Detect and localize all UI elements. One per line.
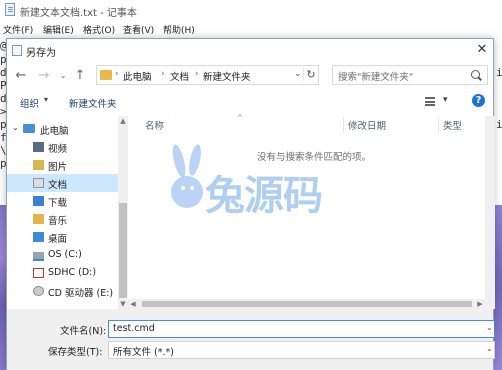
menu-help[interactable]: 帮助(H): [163, 23, 195, 36]
filename-value: test.cmd: [113, 323, 155, 334]
notepad-line-end: i: [496, 118, 502, 131]
save-as-dialog: 另存为 ✕ ← → ⌄ ↑ › 此电脑 › 文档 › 新建文件夹 ⌄ ↻ 搜索"…: [6, 38, 495, 370]
menu-edit[interactable]: 编辑(E): [43, 23, 74, 36]
nav-item-cd-e[interactable]: CD 驱动器 (E:): [7, 282, 118, 300]
document-folder-icon: [33, 178, 44, 188]
notepad-line-end: i: [496, 66, 502, 79]
nav-label: 音乐: [48, 216, 68, 227]
desktop-folder-icon: [33, 232, 44, 242]
folder-icon: [100, 70, 112, 80]
watermark-text: 兔源码: [205, 173, 323, 219]
scroll-right-icon[interactable]: ▶: [475, 299, 485, 309]
nav-label: 文档: [48, 180, 68, 191]
os-drive-icon: [33, 252, 44, 261]
up-arrow-icon[interactable]: ↑: [72, 68, 88, 84]
empty-results-message: 没有与搜索条件匹配的项。: [257, 152, 372, 163]
nav-item-os-c[interactable]: OS (C:): [7, 246, 118, 264]
video-folder-icon: [33, 142, 44, 152]
nav-item-documents[interactable]: 文档: [7, 174, 118, 192]
filetype-label: 保存类型(T):: [48, 347, 103, 358]
nav-label: SDHC (D:): [48, 267, 97, 278]
nav-item-videos[interactable]: 视频: [7, 138, 118, 156]
search-box[interactable]: 搜索"新建文件夹": [332, 65, 488, 85]
help-button[interactable]: ?: [472, 94, 485, 107]
filetype-select[interactable]: 所有文件 (*.*) ⌄: [108, 341, 495, 359]
filename-dropdown-icon[interactable]: ⌄: [486, 323, 493, 332]
organize-dropdown-icon[interactable]: ▾: [44, 95, 48, 104]
column-divider[interactable]: [343, 117, 344, 133]
sd-card-icon: [33, 268, 44, 278]
address-dropdown-icon[interactable]: ⌄: [294, 69, 302, 79]
view-options-icon[interactable]: [425, 97, 435, 106]
nav-item-this-pc[interactable]: 此电脑 ⌄: [7, 120, 118, 138]
horizontal-scroll-thumb[interactable]: [142, 301, 472, 307]
dialog-document-icon: [12, 45, 22, 56]
breadcrumb-chevron-icon[interactable]: ›: [195, 69, 199, 79]
close-button[interactable]: ✕: [472, 41, 492, 59]
nav-item-music[interactable]: 音乐: [7, 210, 118, 228]
filetype-value: 所有文件 (*.*): [113, 347, 174, 358]
view-dropdown-icon[interactable]: ▾: [443, 95, 448, 105]
nav-label: CD 驱动器 (E:): [48, 288, 114, 299]
dialog-title: 另存为: [26, 48, 56, 59]
nav-pane-scroll-thumb[interactable]: [119, 203, 127, 298]
nav-item-sdhc-d[interactable]: SDHC (D:): [7, 264, 118, 282]
menu-view[interactable]: 查看(V): [123, 23, 154, 36]
scroll-up-icon[interactable]: ▲: [118, 116, 128, 126]
nav-label: 图片: [48, 162, 68, 173]
menu-file[interactable]: 文件(F): [3, 23, 33, 36]
save-options-panel: [7, 309, 493, 370]
refresh-icon[interactable]: ↻: [303, 68, 318, 81]
column-header-modified[interactable]: 修改日期: [348, 118, 386, 132]
column-divider[interactable]: [438, 117, 439, 133]
nav-label: OS (C:): [48, 249, 82, 260]
filename-label: 文件名(N):: [60, 326, 107, 337]
nav-item-desktop[interactable]: 桌面: [7, 228, 118, 246]
breadcrumb-chevron-icon[interactable]: ›: [161, 69, 165, 79]
breadcrumb-chevron-icon[interactable]: ›: [115, 69, 119, 79]
pc-icon: [23, 124, 35, 133]
nav-item-downloads[interactable]: 下载: [7, 192, 118, 210]
nav-label: 下载: [48, 198, 68, 209]
menu-format[interactable]: 格式(O): [83, 23, 115, 36]
breadcrumb-new-folder[interactable]: 新建文件夹: [203, 69, 251, 83]
download-folder-icon: [33, 196, 44, 206]
new-folder-button[interactable]: 新建文件夹: [69, 96, 117, 110]
breadcrumb-this-pc[interactable]: 此电脑: [123, 69, 152, 83]
file-list-scrollbar[interactable]: [485, 116, 495, 309]
scroll-left-icon[interactable]: ◀: [128, 299, 138, 309]
search-icon: [471, 70, 480, 79]
notepad-title: 新建文本文档.txt - 记事本: [20, 8, 137, 19]
breadcrumb-documents[interactable]: 文档: [170, 69, 189, 83]
picture-folder-icon: [33, 160, 44, 170]
filetype-dropdown-icon[interactable]: ⌄: [486, 344, 493, 353]
address-bar[interactable]: › 此电脑 › 文档 › 新建文件夹 ⌄ ↻: [96, 65, 319, 85]
recent-locations-chevron-icon[interactable]: ⌄: [55, 68, 71, 84]
search-placeholder: 搜索"新建文件夹": [338, 72, 414, 83]
nav-label: 视频: [48, 144, 68, 155]
forward-arrow-icon[interactable]: →: [36, 68, 52, 84]
column-header-type[interactable]: 类型: [443, 118, 462, 132]
column-header-name[interactable]: 名称: [145, 118, 164, 132]
back-arrow-icon[interactable]: ←: [13, 68, 29, 84]
sort-arrow-icon: ^: [237, 114, 243, 122]
cd-drive-icon: [33, 286, 44, 296]
nav-item-pictures[interactable]: 图片: [7, 156, 118, 174]
expand-chevron-icon[interactable]: ⌄: [12, 123, 19, 132]
notepad-icon: [5, 3, 15, 16]
nav-label: 此电脑: [40, 126, 69, 137]
nav-label: 桌面: [48, 234, 68, 245]
organize-button[interactable]: 组织: [20, 96, 39, 110]
navigation-pane: 此电脑 ⌄ 视频 图片 文档 下载 音乐 桌面 OS (C:) SDHC (D:…: [7, 116, 128, 309]
music-folder-icon: [33, 214, 44, 224]
scroll-down-icon[interactable]: ▼: [118, 299, 128, 309]
filename-input[interactable]: test.cmd ⌄: [108, 320, 495, 338]
notepad-menubar: [0, 20, 502, 36]
